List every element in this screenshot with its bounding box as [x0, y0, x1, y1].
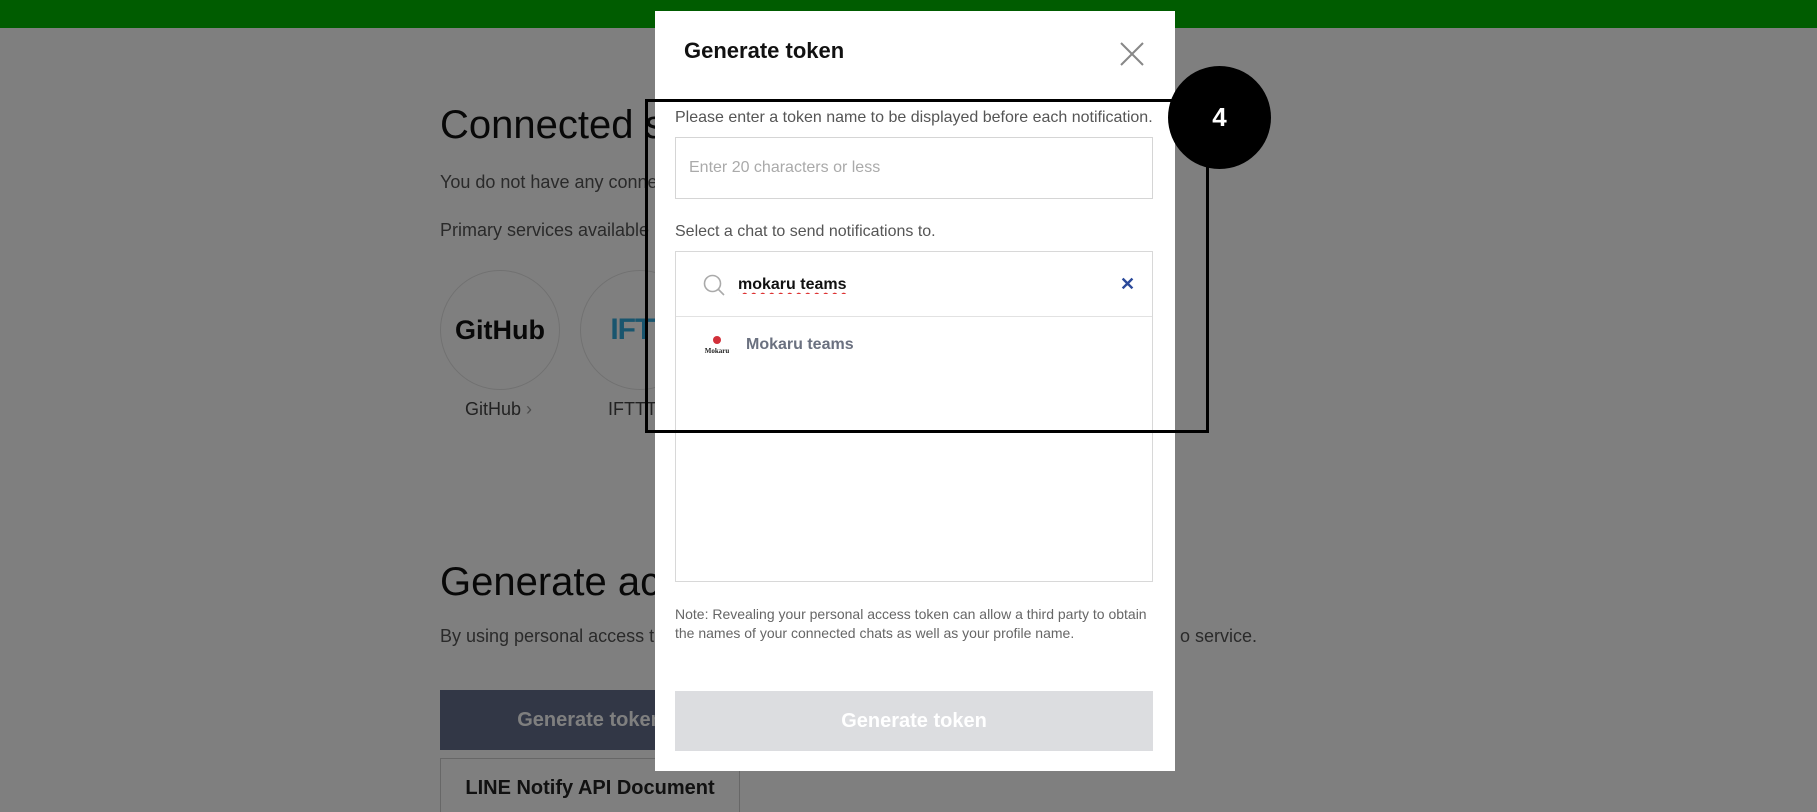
close-button[interactable] [1117, 39, 1147, 69]
modal-title: Generate token [684, 38, 845, 63]
annotation-highlight-box [645, 99, 1209, 433]
close-icon [1120, 42, 1144, 66]
generate-token-button[interactable]: Generate token [675, 691, 1153, 751]
annotation-step-badge: 4 [1168, 66, 1271, 169]
security-note: Note: Revealing your personal access tok… [675, 606, 1147, 641]
